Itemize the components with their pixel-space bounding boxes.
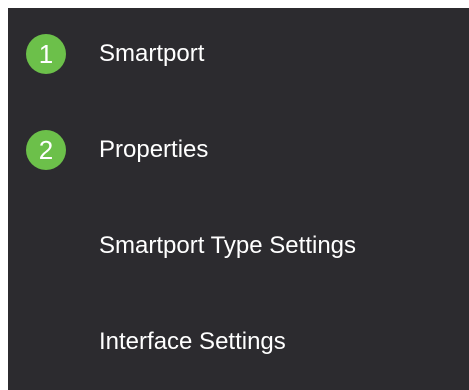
menu-item-smartport-type-settings[interactable]: Smartport Type Settings [8,216,469,276]
menu-item-label: Interface Settings [99,328,286,355]
menu-item-label: Smartport [99,40,205,67]
menu-item-smartport[interactable]: 1 Smartport [8,24,469,84]
step-1-badge: 1 [26,34,66,74]
menu-item-label: Smartport Type Settings [99,232,357,259]
navigation-panel: 1 Smartport 2 Properties Smartport Type … [8,8,469,390]
step-2-badge: 2 [26,130,66,170]
menu-item-properties[interactable]: 2 Properties [8,120,469,180]
menu-item-interface-settings[interactable]: Interface Settings [8,312,469,372]
menu-item-label: Properties [99,136,209,163]
